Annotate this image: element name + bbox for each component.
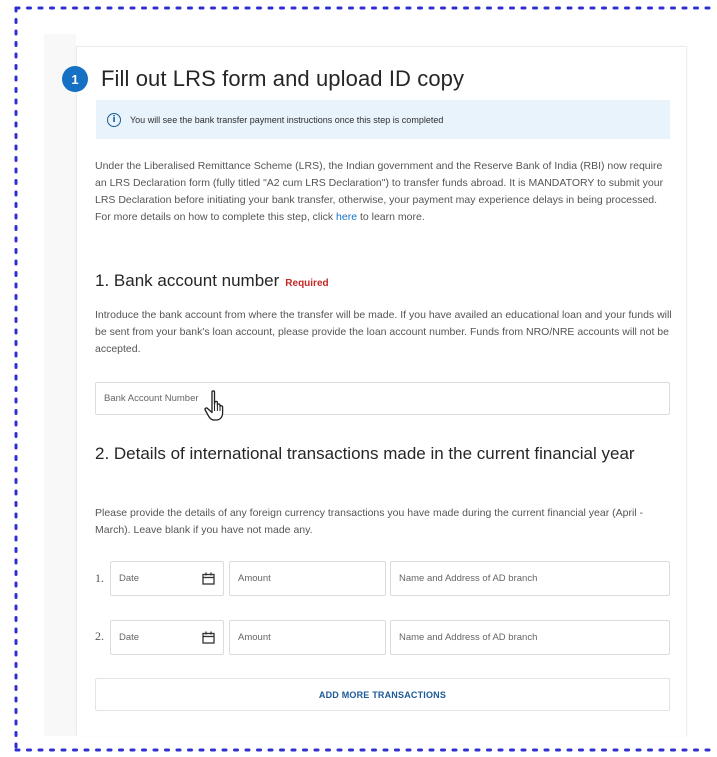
amount-placeholder: Amount — [238, 632, 271, 643]
transactions-section-title: 2. Details of international transactions… — [95, 444, 635, 463]
step-number-badge: 1 — [62, 66, 88, 92]
transaction-branch-input[interactable]: Name and Address of AD branch — [390, 620, 670, 655]
intro-paragraph: Under the Liberalised Remittance Scheme … — [95, 158, 675, 226]
transaction-date-input[interactable]: Date — [110, 620, 224, 655]
transaction-branch-input[interactable]: Name and Address of AD branch — [390, 561, 670, 596]
info-banner-text: You will see the bank transfer payment i… — [130, 114, 444, 125]
intro-text-end: to learn more. — [357, 211, 425, 223]
learn-more-link[interactable]: here — [336, 211, 357, 223]
bank-section-description: Introduce the bank account from where th… — [95, 309, 672, 355]
transaction-row-number: 2. — [95, 629, 104, 643]
hand-cursor-icon — [204, 390, 224, 421]
bank-section-heading: 1. Bank account number — [95, 271, 280, 290]
bank-account-input[interactable]: Bank Account Number — [95, 382, 670, 415]
date-placeholder: Date — [119, 632, 140, 643]
required-label: Required — [285, 278, 329, 289]
calendar-icon[interactable] — [202, 572, 215, 585]
page-background-panel — [44, 34, 76, 736]
add-more-transactions-button[interactable]: ADD MORE TRANSACTIONS — [95, 678, 670, 711]
transaction-row-number: 1. — [95, 571, 104, 585]
info-banner: i You will see the bank transfer payment… — [96, 100, 670, 139]
calendar-icon[interactable] — [202, 631, 215, 644]
info-icon: i — [107, 112, 121, 127]
page-title: Fill out LRS form and upload ID copy — [101, 66, 465, 91]
transaction-date-input[interactable]: Date — [110, 561, 224, 596]
step-header: 1 Fill out LRS form and upload ID copy — [62, 66, 464, 92]
date-placeholder: Date — [119, 573, 140, 584]
transaction-amount-input[interactable]: Amount — [229, 561, 386, 596]
transactions-section-description: Please provide the details of any foreig… — [95, 507, 644, 536]
transaction-amount-input[interactable]: Amount — [229, 620, 386, 655]
branch-placeholder: Name and Address of AD branch — [399, 632, 538, 643]
bank-account-placeholder: Bank Account Number — [104, 393, 199, 404]
amount-placeholder: Amount — [238, 573, 271, 584]
branch-placeholder: Name and Address of AD branch — [399, 573, 538, 584]
bank-section-title: 1. Bank account number Required — [95, 271, 329, 291]
